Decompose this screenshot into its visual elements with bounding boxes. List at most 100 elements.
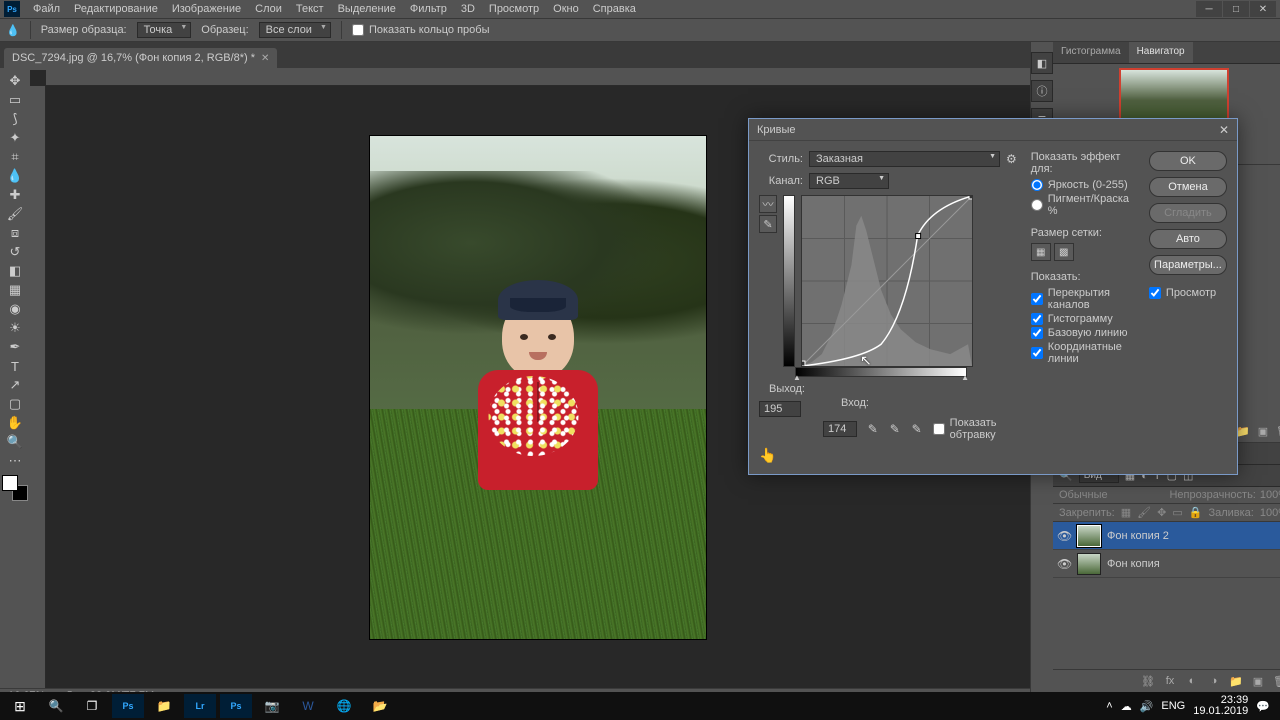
sample-layers-select[interactable]: Все слои [259,22,331,38]
stamp-tool[interactable]: ⧈ [2,224,28,242]
dialog-close-icon[interactable]: ✕ [1219,123,1229,137]
healing-tool[interactable]: ✚ [2,186,28,204]
foreground-color[interactable] [2,475,18,491]
brush-tool[interactable]: 🖌 [2,205,28,223]
new-layer-icon[interactable]: ▣ [1250,674,1266,688]
blend-mode-select[interactable]: Обычные [1059,489,1165,501]
layer-thumbnail[interactable] [1077,553,1101,575]
menu-layers[interactable]: Слои [248,1,289,17]
output-value[interactable]: 195 [759,401,801,417]
menu-help[interactable]: Справка [586,1,643,17]
auto-button[interactable]: Авто [1149,229,1227,249]
start-button[interactable]: ⊞ [4,694,36,718]
pen-tool[interactable]: ✒ [2,338,28,356]
path-tool[interactable]: ↗ [2,376,28,394]
search-button[interactable]: 🔍 [40,694,72,718]
grid-fine-button[interactable]: ▩ [1054,243,1074,261]
tray-clock[interactable]: 23:3919.01.2019 [1193,695,1248,717]
layer-name[interactable]: Фон копия [1107,558,1160,570]
edit-toolbar[interactable]: ⋯ [2,452,28,470]
show-ring-checkbox[interactable]: Показать кольцо пробы [352,24,490,36]
gradient-tool[interactable]: ▦ [2,281,28,299]
blur-tool[interactable]: ◉ [2,300,28,318]
menu-image[interactable]: Изображение [165,1,248,17]
tab-navigator[interactable]: Навигатор [1129,42,1193,63]
eraser-tool[interactable]: ◧ [2,262,28,280]
menu-edit[interactable]: Редактирование [67,1,165,17]
lock-artboard-icon[interactable]: ▭ [1172,506,1182,519]
lock-brush-icon[interactable]: 🖌 [1137,506,1151,519]
layer-name[interactable]: Фон копия 2 [1107,530,1169,542]
info-panel-icon[interactable]: ⓘ [1031,80,1053,102]
history-brush-tool[interactable]: ↺ [2,243,28,261]
tray-volume-icon[interactable]: 🔊 [1140,700,1154,713]
type-tool[interactable]: T [2,357,28,375]
move-tool[interactable]: ✥ [2,72,28,90]
input-gradient[interactable] [795,367,967,377]
marquee-tool[interactable]: ▭ [2,91,28,109]
delete-layer-icon[interactable]: 🗑 [1272,674,1280,688]
document-canvas[interactable] [369,135,707,640]
tab-histogram[interactable]: Гистограмма [1053,42,1129,63]
taskbar-app-ps2[interactable]: Ps [220,694,252,718]
chk-baseline[interactable]: Базовую линию [1031,327,1135,339]
grid-coarse-button[interactable]: ▦ [1031,243,1051,261]
lock-all-icon[interactable]: 🔒 [1189,506,1203,519]
layer-mask-icon[interactable]: ◐ [1184,674,1200,688]
menu-view[interactable]: Просмотр [482,1,546,17]
close-tab-icon[interactable]: ✕ [261,53,269,64]
on-image-tool-icon[interactable]: 👆 [759,447,776,464]
tray-lang[interactable]: ENG [1161,700,1185,712]
preset-select[interactable]: Заказная [809,151,1000,167]
curves-graph[interactable] [801,195,973,367]
layer-row[interactable]: 👁 Фон копия 2 [1053,522,1280,550]
layer-row[interactable]: 👁 Фон копия [1053,550,1280,578]
preset-menu-icon[interactable]: ⚙ [1006,152,1017,166]
group-icon[interactable]: 📁 [1228,674,1244,688]
window-close[interactable]: ✕ [1250,1,1276,17]
ruler-horizontal[interactable] [46,70,1030,86]
smooth-button[interactable]: Сгладить [1149,203,1227,223]
gray-point-picker[interactable]: ✎ [889,421,901,437]
tray-chevron-icon[interactable]: ˄ [1106,700,1112,712]
curves-dialog[interactable]: Кривые ✕ Стиль: Заказная ⚙ Канал: RGB 〰 … [748,118,1238,475]
show-clipping-checkbox[interactable]: Показать обтравку [933,417,1017,441]
taskbar-app-folder[interactable]: 📂 [364,694,396,718]
taskbar-app-explorer[interactable]: 📁 [148,694,180,718]
menu-window[interactable]: Окно [546,1,586,17]
black-point-picker[interactable]: ✎ [867,421,879,437]
taskbar-app-chrome[interactable]: 🌐 [328,694,360,718]
task-view-button[interactable]: ❐ [76,694,108,718]
crop-tool[interactable]: ⌗ [2,148,28,166]
quick-select-tool[interactable]: ✦ [2,129,28,147]
visibility-icon[interactable]: 👁 [1057,529,1071,543]
ruler-vertical[interactable] [30,86,46,688]
sample-size-select[interactable]: Точка [137,22,192,38]
hand-tool[interactable]: ✋ [2,414,28,432]
menu-filter[interactable]: Фильтр [403,1,454,17]
ok-button[interactable]: OK [1149,151,1227,171]
menu-file[interactable]: Файл [26,1,67,17]
menu-select[interactable]: Выделение [331,1,403,17]
chk-histogram[interactable]: Гистограмму [1031,313,1135,325]
lock-pixels-icon[interactable]: ▦ [1121,506,1131,519]
dodge-tool[interactable]: ☀ [2,319,28,337]
chk-channel-overlays[interactable]: Перекрытия каналов [1031,287,1135,311]
eyedropper-tool[interactable]: 💧 [2,167,28,185]
white-point-picker[interactable]: ✎ [911,421,923,437]
folder-icon[interactable]: 📁 [1236,424,1250,438]
zoom-tool[interactable]: 🔍 [2,433,28,451]
lasso-tool[interactable]: ⟆ [2,110,28,128]
layer-thumbnail[interactable] [1077,525,1101,547]
shape-tool[interactable]: ▢ [2,395,28,413]
curve-point-tool[interactable]: 〰 [759,195,777,213]
opacity-value[interactable]: 100% [1260,489,1280,501]
radio-brightness[interactable]: Яркость (0-255) [1031,179,1135,191]
taskbar-app-word[interactable]: W [292,694,324,718]
taskbar-app-camera[interactable]: 📷 [256,694,288,718]
channel-select[interactable]: RGB [809,173,889,189]
cancel-button[interactable]: Отмена [1149,177,1227,197]
new-icon[interactable]: ▣ [1256,424,1270,438]
window-minimize[interactable]: ─ [1196,1,1222,17]
menu-text[interactable]: Текст [289,1,331,17]
